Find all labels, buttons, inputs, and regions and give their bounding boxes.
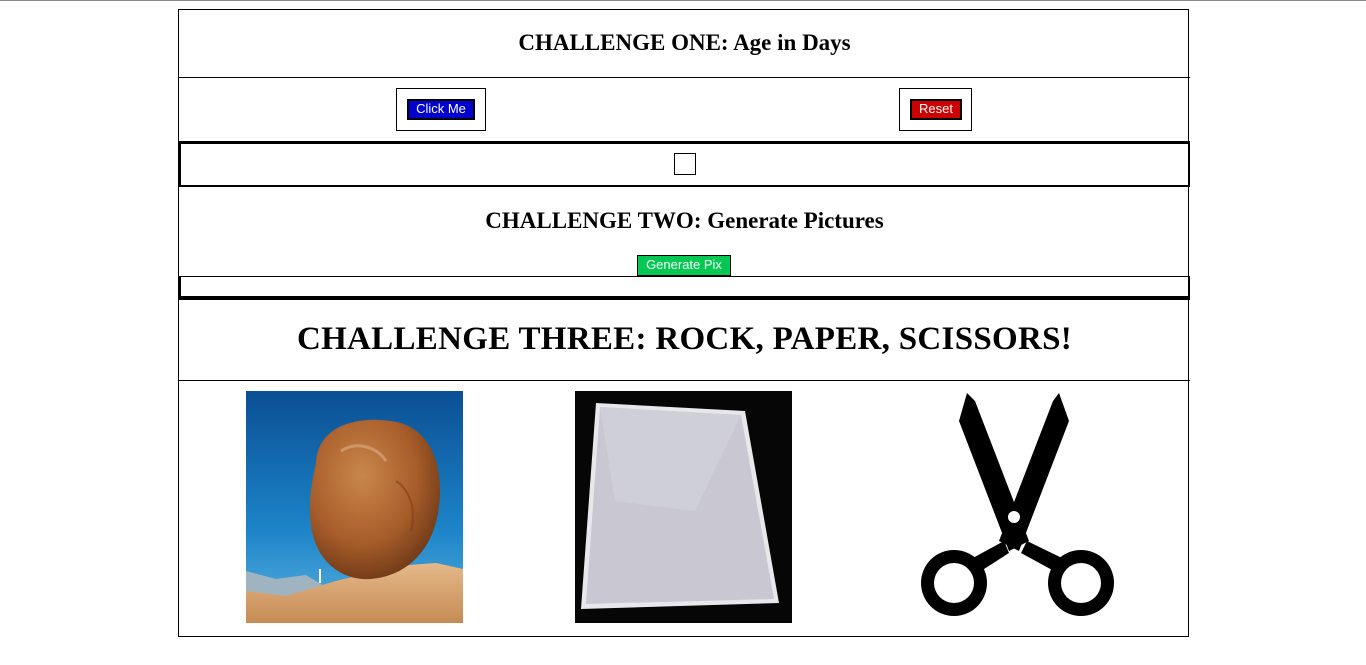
challenge-two-title: CHALLENGE TWO: Generate Pictures [485, 208, 884, 233]
challenge-three-title: CHALLENGE THREE: ROCK, PAPER, SCISSORS! [296, 321, 1073, 357]
click-button-wrapper: Click Me [396, 88, 486, 131]
scissors-picture [921, 393, 1114, 616]
paper-picture [575, 391, 792, 623]
challenge-one-buttons-row: Click Me Reset [179, 77, 1190, 142]
challenge-two-header: CHALLENGE TWO: Generate Pictures Generat… [179, 187, 1190, 277]
rock-image[interactable] [246, 391, 463, 623]
page-top-border [0, 0, 1366, 1]
main-container: CHALLENGE ONE: Age in Days Click Me Rese… [178, 9, 1190, 637]
challenge-one-header: CHALLENGE ONE: Age in Days [179, 9, 1190, 78]
age-result-box [674, 153, 696, 175]
challenge-one-title: CHALLENGE ONE: Age in Days [518, 30, 851, 55]
challenge-three-header: CHALLENGE THREE: ROCK, PAPER, SCISSORS! [179, 298, 1190, 381]
paper-image[interactable] [575, 391, 792, 623]
rock-picture [246, 391, 463, 623]
click-me-button[interactable]: Click Me [407, 99, 475, 120]
rps-choices-row [179, 381, 1190, 637]
scissors-icon[interactable] [909, 391, 1119, 623]
reset-button[interactable]: Reset [910, 99, 962, 120]
generate-pix-button[interactable]: Generate Pix [637, 255, 731, 276]
reset-button-wrapper: Reset [899, 88, 972, 131]
generated-pictures-container [179, 276, 1190, 298]
challenge-one-result-row [179, 142, 1190, 187]
